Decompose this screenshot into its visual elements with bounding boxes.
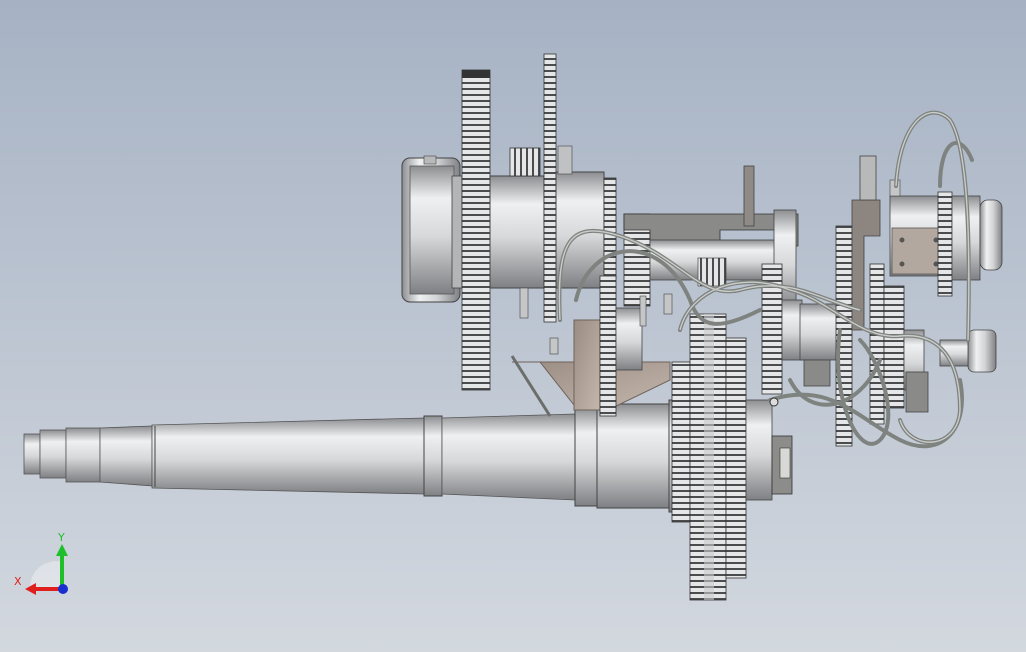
model-viewport[interactable]: Y X — [0, 0, 1026, 652]
triad-graphic — [25, 544, 68, 595]
gearbox-assembly-drawing[interactable] — [0, 0, 1026, 652]
y-axis-label: Y — [58, 531, 65, 544]
hose-fitting — [769, 397, 779, 407]
x-axis-label: X — [14, 575, 22, 588]
z-axis-dot — [58, 584, 68, 594]
axis-triad: Y X — [10, 528, 80, 600]
